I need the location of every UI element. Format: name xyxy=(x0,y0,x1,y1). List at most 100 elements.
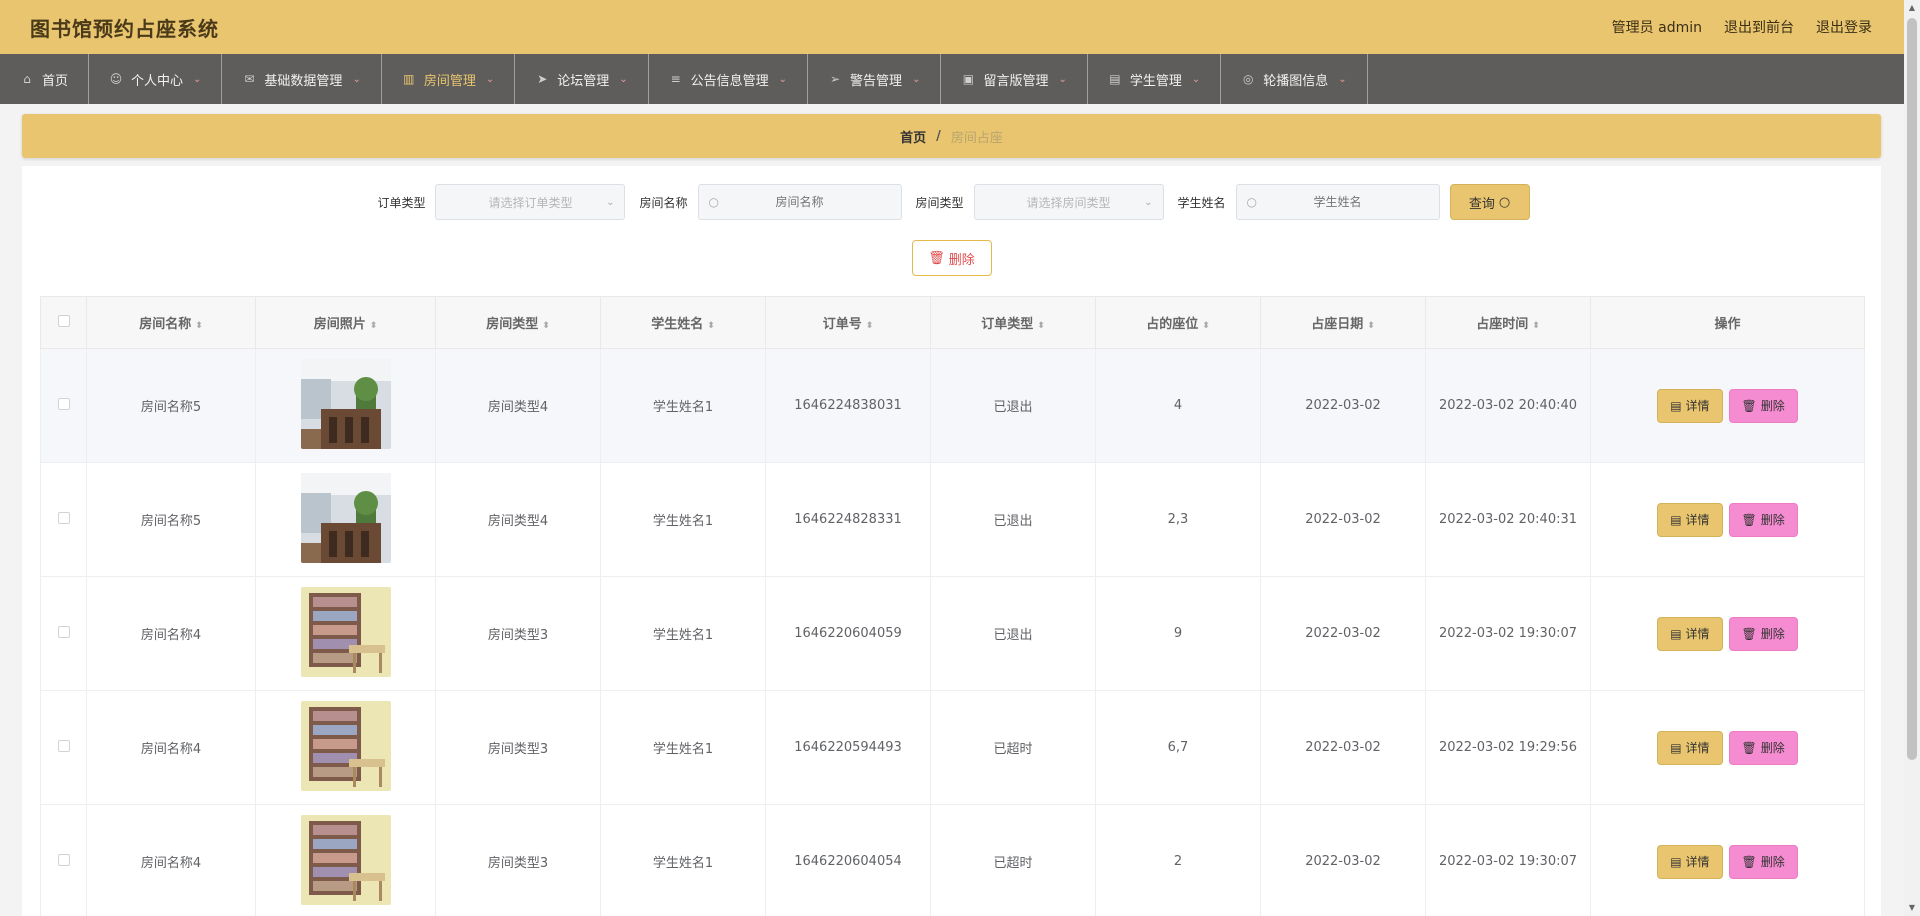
chevron-down-icon: ⌄ xyxy=(912,73,921,85)
nav-item-1[interactable]: ☺ 个人中心 ⌄ xyxy=(89,54,223,104)
sort-icon[interactable]: ⬍ xyxy=(195,321,203,331)
student-name-label: 学生姓名 xyxy=(1177,195,1226,210)
nav-item-0[interactable]: ⌂ 首页 xyxy=(0,54,90,104)
cell-actions: ▤ 详情 🗑 删除 xyxy=(1590,462,1865,577)
column-header[interactable]: 占的座位 ⬍ xyxy=(1095,296,1261,349)
column-header-label: 占座日期 xyxy=(1311,317,1364,332)
delete-button[interactable]: 🗑 删除 xyxy=(1728,502,1798,537)
top-right-links: 管理员 admin 退出到前台 退出登录 xyxy=(1612,17,1872,37)
row-checkbox[interactable] xyxy=(57,511,70,524)
delete-label: 删除 xyxy=(1760,399,1785,413)
select-all-checkbox[interactable] xyxy=(57,314,70,327)
column-header-label: 学生姓名 xyxy=(651,317,704,332)
cell-order-type: 已超时 xyxy=(930,804,1096,916)
nav-item-4[interactable]: ➤ 论坛管理 ⌄ xyxy=(515,54,649,104)
nav-item-7[interactable]: ▣ 留言版管理 ⌄ xyxy=(941,54,1088,104)
row-select-cell xyxy=(40,462,87,577)
cell-time: 2022-03-02 19:30:07 xyxy=(1425,804,1591,916)
nav-item-9[interactable]: ◎ 轮播图信息 ⌄ xyxy=(1221,54,1368,104)
column-header[interactable]: 订单号 ⬍ xyxy=(765,296,931,349)
room-name-input[interactable] xyxy=(729,195,870,209)
delete-button[interactable]: 🗑 删除 xyxy=(1728,730,1798,765)
row-checkbox[interactable] xyxy=(57,739,70,752)
cell-date: 2022-03-02 xyxy=(1260,462,1426,577)
chart-icon: ▥ xyxy=(403,72,415,86)
sort-icon[interactable]: ⬍ xyxy=(1367,321,1375,331)
cell-order-type: 已超时 xyxy=(930,690,1096,805)
room-type-select[interactable]: 请选择房间类型 ⌄ xyxy=(973,184,1164,220)
nav-item-5[interactable]: ≡ 公告信息管理 ⌄ xyxy=(649,54,809,104)
column-header[interactable]: 占座日期 ⬍ xyxy=(1260,296,1426,349)
document-icon: ▤ xyxy=(1109,72,1121,86)
sort-icon[interactable]: ⬍ xyxy=(1202,321,1210,331)
cell-order-no: 1646224838031 xyxy=(765,348,931,463)
column-header[interactable]: 房间类型 ⬍ xyxy=(435,296,601,349)
top-header: 图书馆预约占座系统 管理员 admin 退出到前台 退出登录 xyxy=(0,0,1904,54)
cell-time: 2022-03-02 19:30:07 xyxy=(1425,576,1591,691)
sort-icon[interactable]: ⬍ xyxy=(866,321,874,331)
nav-item-2[interactable]: ✉ 基础数据管理 ⌄ xyxy=(222,54,382,104)
chevron-down-icon: ⌄ xyxy=(485,73,495,85)
scroll-down-arrow[interactable]: ▼ xyxy=(1904,900,1920,916)
nav-item-6[interactable]: ➢ 警告管理 ⌄ xyxy=(808,54,942,104)
scroll-up-arrow[interactable]: ▲ xyxy=(1904,0,1920,16)
delete-button[interactable]: 🗑 删除 xyxy=(1728,844,1798,879)
chevron-down-icon: ⌄ xyxy=(1058,73,1067,85)
back-to-front-link[interactable]: 退出到前台 xyxy=(1724,17,1794,37)
column-header[interactable]: 房间照片 ⬍ xyxy=(255,296,436,349)
column-header-label: 房间类型 xyxy=(486,317,539,332)
table-body: 房间名称5 房间类型4 学生姓名1 1646224838031 已退出 4 2022-03-… xyxy=(40,348,1865,916)
column-header[interactable]: 订单类型 ⬍ xyxy=(930,296,1096,349)
sort-icon[interactable]: ⬍ xyxy=(370,321,378,331)
row-checkbox[interactable] xyxy=(57,625,70,638)
room-name-field: ○ xyxy=(697,184,902,220)
row-checkbox[interactable] xyxy=(57,397,70,410)
detail-button[interactable]: ▤ 详情 xyxy=(1657,730,1723,765)
detail-label: 详情 xyxy=(1685,855,1710,869)
column-header-label: 操作 xyxy=(1714,317,1741,332)
detail-label: 详情 xyxy=(1685,513,1710,527)
row-select-cell xyxy=(40,348,87,463)
detail-button[interactable]: ▤ 详情 xyxy=(1657,616,1723,651)
room-photo-image xyxy=(300,586,391,677)
column-header-label: 占的座位 xyxy=(1146,317,1199,332)
row-checkbox[interactable] xyxy=(57,853,70,866)
mail-icon: ✉ xyxy=(244,72,255,86)
detail-label: 详情 xyxy=(1685,741,1710,755)
cell-order-no: 1646220604054 xyxy=(765,804,931,916)
breadcrumb-home[interactable]: 首页 xyxy=(900,127,926,146)
detail-button[interactable]: ▤ 详情 xyxy=(1657,844,1723,879)
page-scrollbar[interactable]: ▲ ▼ xyxy=(1904,0,1920,916)
delete-button[interactable]: 🗑 删除 xyxy=(1728,616,1798,651)
user-icon: ☺ xyxy=(109,72,123,86)
detail-button[interactable]: ▤ 详情 xyxy=(1657,388,1723,423)
delete-label: 删除 xyxy=(1760,627,1785,641)
scroll-thumb[interactable] xyxy=(1907,18,1917,760)
batch-actions: 🗑 删除 xyxy=(22,240,1881,276)
home-icon: ⌂ xyxy=(23,72,31,86)
sort-icon[interactable]: ⬍ xyxy=(542,321,550,331)
sort-icon[interactable]: ⬍ xyxy=(1037,321,1045,331)
nav-item-8[interactable]: ▤ 学生管理 ⌄ xyxy=(1088,54,1222,104)
student-name-field: ○ xyxy=(1235,184,1440,220)
sort-icon[interactable]: ⬍ xyxy=(707,321,715,331)
nav-item-3[interactable]: ▥ 房间管理 ⌄ xyxy=(381,54,516,104)
detail-button[interactable]: ▤ 详情 xyxy=(1657,502,1723,537)
column-header[interactable]: 占座时间 ⬍ xyxy=(1425,296,1591,349)
cell-time: 2022-03-02 20:40:40 xyxy=(1425,348,1591,463)
order-type-select[interactable]: 请选择订单类型 ⌄ xyxy=(435,184,626,220)
delete-button[interactable]: 🗑 删除 xyxy=(1728,388,1798,423)
table-row: 房间名称4 房间类型3 学生姓名1 1646220594493 已超时 6,7 2022-0… xyxy=(40,690,1865,805)
document-icon: ▤ xyxy=(1670,626,1682,641)
sort-icon[interactable]: ⬍ xyxy=(1532,321,1540,331)
nav-item-label: 警告管理 xyxy=(850,73,903,89)
logout-link[interactable]: 退出登录 xyxy=(1816,17,1872,37)
delete-label: 删除 xyxy=(1760,855,1785,869)
nav-item-label: 公告信息管理 xyxy=(690,73,769,89)
student-name-input[interactable] xyxy=(1267,195,1408,209)
column-header[interactable]: 学生姓名 ⬍ xyxy=(600,296,766,349)
batch-delete-button[interactable]: 🗑 删除 xyxy=(911,240,992,276)
column-header[interactable]: 房间名称 ⬍ xyxy=(86,296,256,349)
cell-order-type: 已退出 xyxy=(930,576,1096,691)
query-button[interactable]: 查询 ○ xyxy=(1449,184,1530,220)
